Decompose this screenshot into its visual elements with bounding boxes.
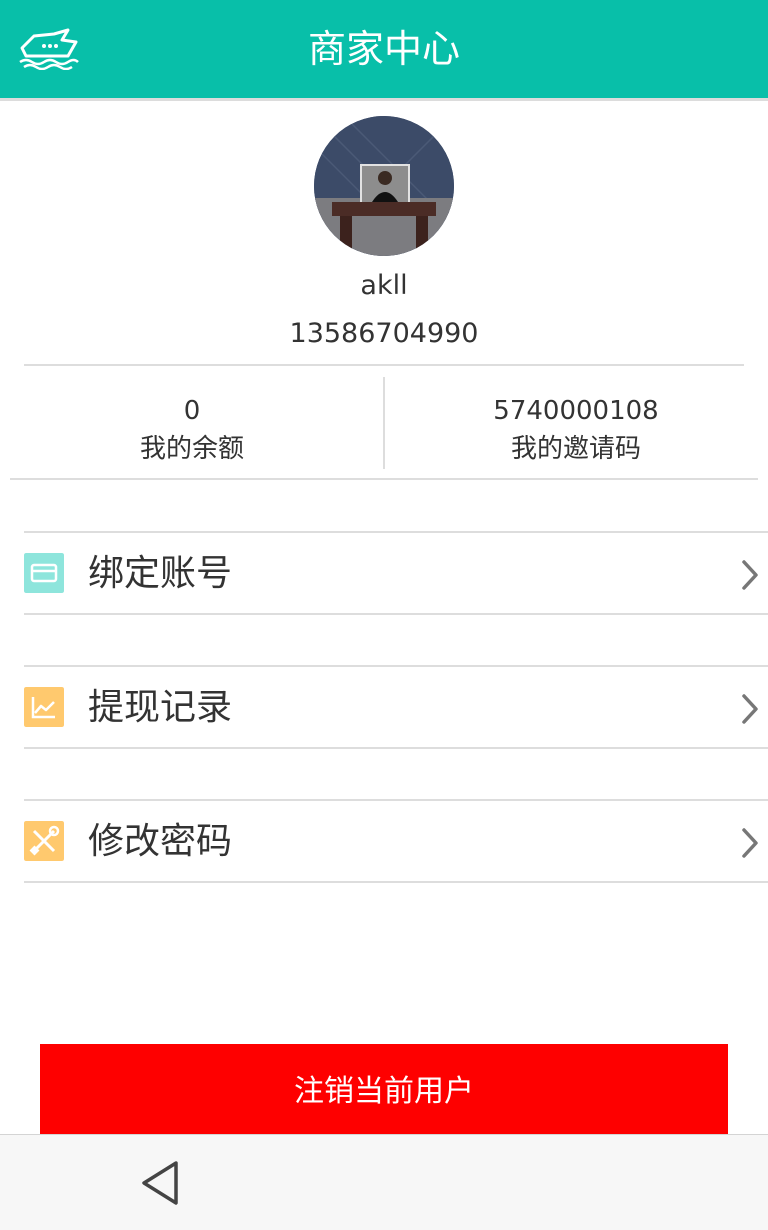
balance-stat[interactable]: 0 我的余额 <box>0 392 384 468</box>
logout-button[interactable]: 注销当前用户 <box>40 1044 728 1140</box>
menu-item-label: 提现记录 <box>88 687 233 728</box>
menu-item-label: 修改密码 <box>88 821 233 862</box>
chevron-right-icon <box>742 828 758 858</box>
chart-line-icon <box>24 687 64 727</box>
back-triangle-icon[interactable] <box>138 1159 182 1207</box>
chevron-right-icon <box>742 560 758 590</box>
user-avatar-photo <box>314 116 454 256</box>
system-nav-bar <box>0 1134 768 1230</box>
menu-item-bind-account[interactable]: 绑定账号 <box>24 531 768 615</box>
tools-icon <box>24 821 64 861</box>
header-shadow <box>0 98 768 101</box>
page-title: 商家中心 <box>307 27 460 71</box>
menu-item-label: 绑定账号 <box>88 553 233 594</box>
card-icon <box>24 553 64 593</box>
username: akll <box>360 270 408 301</box>
app-header: 商家中心 <box>0 0 768 98</box>
invite-code-label: 我的邀请码 <box>510 434 641 464</box>
user-avatar[interactable] <box>314 116 454 256</box>
divider <box>10 478 758 480</box>
balance-label: 我的余额 <box>139 434 244 464</box>
balance-value: 0 <box>183 396 201 426</box>
menu-item-change-password[interactable]: 修改密码 <box>24 799 768 883</box>
invite-code-value: 5740000108 <box>493 396 659 426</box>
chevron-right-icon <box>742 694 758 724</box>
invite-code-stat[interactable]: 5740000108 我的邀请码 <box>384 392 768 468</box>
divider <box>24 364 744 366</box>
phone-number: 13586704990 <box>289 318 479 349</box>
menu-item-withdraw-records[interactable]: 提现记录 <box>24 665 768 749</box>
